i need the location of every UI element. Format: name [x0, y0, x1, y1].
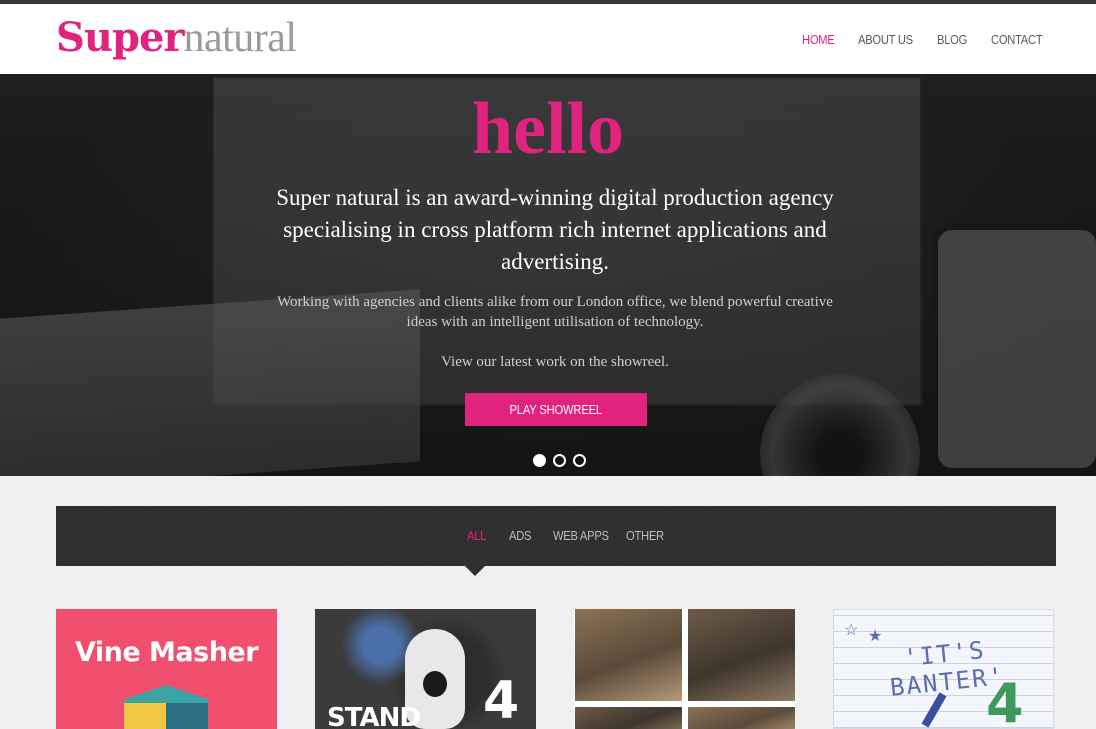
filter-pointer-arrow — [465, 566, 485, 576]
slider-dot-2[interactable] — [553, 454, 566, 467]
channel-4-logo-icon: 4 — [986, 672, 1024, 729]
star-doodle-icon: ★ — [868, 628, 883, 645]
photo-thumbnail — [575, 609, 682, 701]
main-nav: HOME ABOUT US BLOG CONTACT — [0, 32, 1096, 52]
hero-showreel-note: View our latest work on the showreel. — [441, 354, 669, 370]
channel-4-logo-icon: 4 — [483, 671, 520, 729]
character-mouth — [423, 671, 447, 697]
nav-blog[interactable]: BLOG — [937, 32, 967, 47]
play-showreel-label: PLAY SHOWREEL — [509, 402, 603, 417]
hero-title: hello — [471, 88, 625, 170]
tile-title: STAND — [327, 703, 421, 729]
slider-pagination — [533, 454, 586, 467]
portfolio-tile-vine-masher[interactable]: Vine Masher — [56, 609, 277, 729]
slider-dot-3[interactable] — [573, 454, 586, 467]
tile-title: Vine Masher — [74, 637, 259, 668]
hero-description: Working with agencies and clients alike … — [277, 294, 833, 330]
cube-left-face — [124, 703, 166, 729]
photo-thumbnail — [688, 609, 795, 701]
portfolio-tile-banter[interactable]: ☆ ★ 'IT'S BANTER' 4 — [833, 609, 1054, 729]
hero-slider: hello Super natural is an award-winning … — [0, 74, 1096, 476]
filter-web-apps[interactable]: WEB APPS — [553, 528, 609, 543]
filter-ads[interactable]: ADS — [509, 528, 531, 543]
photo-thumbnail — [688, 707, 795, 729]
site-header: Super natural HOME ABOUT US BLOG CONTACT — [0, 4, 1096, 74]
play-showreel-button[interactable]: PLAY SHOWREEL — [465, 393, 647, 426]
portfolio-tile-stand[interactable]: STAND 4 — [315, 609, 536, 729]
cube-right-face — [166, 703, 208, 729]
star-doodle-icon: ☆ — [844, 622, 859, 639]
slider-dot-1[interactable] — [533, 454, 546, 467]
nav-contact[interactable]: CONTACT — [991, 32, 1043, 47]
filter-all[interactable]: ALL — [467, 528, 486, 543]
hero-lead: Super natural is an award-winning digita… — [276, 185, 834, 274]
nav-about-us[interactable]: ABOUT US — [858, 32, 913, 47]
nav-home[interactable]: HOME — [802, 32, 835, 47]
portfolio-filter-bar: ALL ADS WEB APPS OTHER — [56, 506, 1056, 566]
photo-thumbnail — [575, 707, 682, 729]
portfolio-tile-gogglebox[interactable] — [574, 609, 795, 729]
filter-other[interactable]: OTHER — [626, 528, 664, 543]
